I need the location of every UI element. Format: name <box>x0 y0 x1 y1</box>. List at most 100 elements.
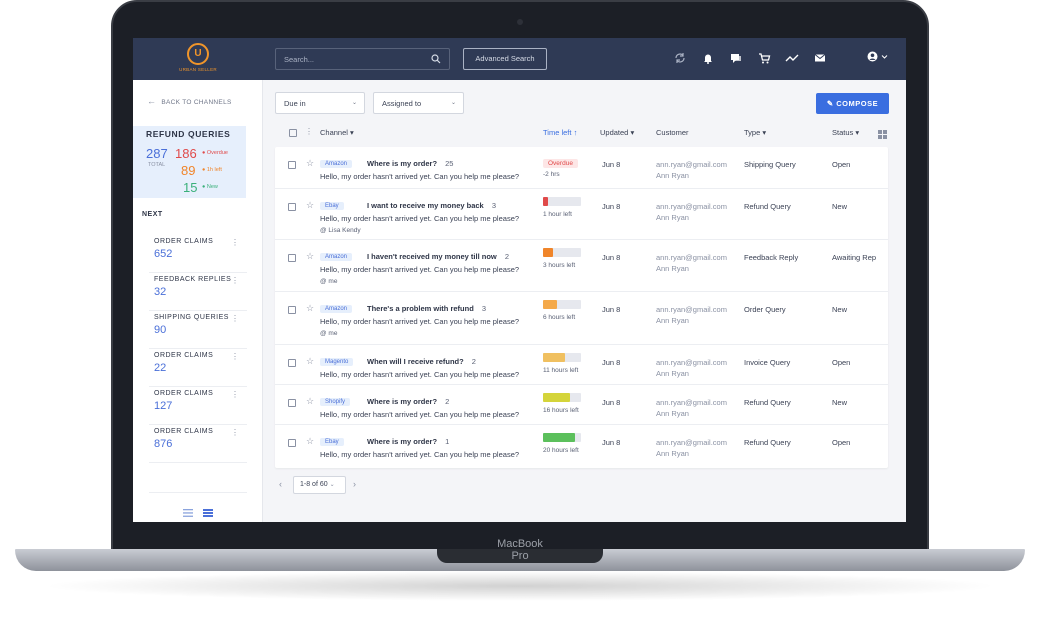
assigned-to-filter[interactable]: Assigned to ⌄ <box>373 92 464 114</box>
trend-icon[interactable] <box>785 51 799 65</box>
sidebar-item[interactable]: ORDER CLAIMS 876 ⋮ <box>154 428 239 450</box>
query-subject[interactable]: There's a problem with refund 3 <box>367 304 486 313</box>
table-row[interactable]: ☆ Shopify Where is my order? 2 Hello, my… <box>275 385 888 425</box>
column-updated[interactable]: Updated ▾ <box>600 128 634 137</box>
page-label: 1-8 of 60 <box>300 481 328 488</box>
sync-icon[interactable] <box>673 51 687 65</box>
message-preview: Hello, my order hasn't arrived yet. Can … <box>320 172 520 181</box>
more-options-icon[interactable]: ⋮ <box>231 352 239 361</box>
more-options-icon[interactable]: ⋮ <box>231 238 239 247</box>
back-to-channels-link[interactable]: ← BACK TO CHANNELS <box>147 96 232 106</box>
advanced-search-button[interactable]: Advanced Search <box>463 48 547 70</box>
table-row[interactable]: ☆ Amazon I haven't received my money til… <box>275 240 888 292</box>
customer: ann.ryan@gmail.com Ann Ryan <box>656 437 727 459</box>
star-icon[interactable]: ☆ <box>306 200 314 211</box>
time-left-label: 16 hours left <box>543 407 579 414</box>
user-menu[interactable] <box>867 51 888 62</box>
columns-grid-icon[interactable] <box>878 130 887 139</box>
query-type: Invoice Query <box>744 358 791 367</box>
message-count: 3 <box>491 201 496 210</box>
row-checkbox[interactable] <box>288 399 296 407</box>
compose-button[interactable]: ✎ COMPOSE <box>816 93 889 114</box>
column-type[interactable]: Type ▾ <box>744 128 766 137</box>
row-checkbox[interactable] <box>288 254 296 262</box>
time-left-bar <box>543 353 581 362</box>
search-icon[interactable] <box>431 54 441 64</box>
customer: ann.ryan@gmail.com Ann Ryan <box>656 201 727 223</box>
row-checkbox[interactable] <box>288 439 296 447</box>
table-row[interactable]: ☆ Amazon There's a problem with refund 3… <box>275 292 888 345</box>
divider <box>149 424 247 425</box>
time-left-label: 11 hours left <box>543 367 579 374</box>
message-count: 1 <box>445 437 450 446</box>
laptop-shadow <box>40 571 1000 601</box>
message-count: 25 <box>445 159 454 168</box>
device-brand: MacBook Pro <box>497 538 543 562</box>
updated-date: Jun 8 <box>602 253 621 262</box>
star-icon[interactable]: ☆ <box>306 303 314 314</box>
column-status[interactable]: Status ▾ <box>832 128 859 137</box>
star-icon[interactable]: ☆ <box>306 251 314 262</box>
cart-icon[interactable] <box>757 51 771 65</box>
row-checkbox[interactable] <box>288 306 296 314</box>
sidebar-item[interactable]: ORDER CLAIMS 127 ⋮ <box>154 390 239 412</box>
select-all-checkbox[interactable] <box>289 129 297 137</box>
more-options-icon[interactable]: ⋮ <box>231 276 239 285</box>
due-in-filter[interactable]: Due in ⌄ <box>275 92 365 114</box>
new-count: 15 <box>183 180 198 195</box>
onehour-label: ● 1h left <box>202 167 222 173</box>
sidebar-item[interactable]: ORDER CLAIMS 652 ⋮ <box>154 238 239 260</box>
row-checkbox[interactable] <box>288 359 296 367</box>
list-view-icon[interactable] <box>183 509 193 517</box>
column-customer[interactable]: Customer <box>656 128 689 137</box>
query-subject[interactable]: Where is my order? 1 <box>367 437 449 446</box>
customer: ann.ryan@gmail.com Ann Ryan <box>656 397 727 419</box>
more-options-icon[interactable]: ⋮ <box>231 314 239 323</box>
more-options-icon[interactable]: ⋮ <box>231 428 239 437</box>
query-subject[interactable]: Where is my order? 2 <box>367 397 449 406</box>
row-checkbox[interactable] <box>288 203 296 211</box>
table-row[interactable]: ☆ Amazon Where is my order? 25 Hello, my… <box>275 147 888 189</box>
sidebar-item-count: 22 <box>154 362 167 374</box>
channel-badge: Amazon <box>320 305 353 313</box>
table-row[interactable]: ☆ Ebay Where is my order? 1 Hello, my or… <box>275 425 888 468</box>
search-input[interactable]: Search... <box>275 48 450 70</box>
sidebar-item[interactable]: ORDER CLAIMS 22 ⋮ <box>154 352 239 374</box>
message-count: 2 <box>504 252 510 261</box>
query-subject[interactable]: I haven't received my money till now 2 <box>367 252 509 261</box>
time-left-fill <box>543 248 553 257</box>
compact-view-icon[interactable] <box>203 509 213 517</box>
column-channel[interactable]: Channel ▾ <box>320 128 354 137</box>
search-placeholder: Search... <box>284 55 315 64</box>
query-subject[interactable]: I want to receive my money back 3 <box>367 201 496 210</box>
more-options-icon[interactable]: ⋮ <box>231 390 239 399</box>
bell-icon[interactable] <box>701 51 715 65</box>
query-type: Order Query <box>744 305 786 314</box>
divider <box>149 310 247 311</box>
customer-email: ann.ryan@gmail.com <box>656 305 727 314</box>
customer-name: Ann Ryan <box>656 449 689 458</box>
table-row[interactable]: ☆ Magento When will I receive refund? 2 … <box>275 345 888 385</box>
customer: ann.ryan@gmail.com Ann Ryan <box>656 304 727 326</box>
message-count: 2 <box>445 397 450 406</box>
star-icon[interactable]: ☆ <box>306 158 314 169</box>
app-logo[interactable]: U URBAN SELLER <box>178 43 218 72</box>
prev-page-button[interactable]: ‹ <box>279 479 282 489</box>
mail-icon[interactable] <box>813 51 827 65</box>
next-page-button[interactable]: › <box>353 479 356 489</box>
star-icon[interactable]: ☆ <box>306 356 314 367</box>
row-checkbox[interactable] <box>288 161 296 169</box>
table-row[interactable]: ☆ Ebay I want to receive my money back 3… <box>275 189 888 240</box>
star-icon[interactable]: ☆ <box>306 396 314 407</box>
time-left-bar <box>543 197 581 206</box>
sidebar-item[interactable]: SHIPPING QUERIES 90 ⋮ <box>154 314 239 336</box>
query-subject[interactable]: When will I receive refund? 2 <box>367 357 476 366</box>
query-subject[interactable]: Where is my order? 25 <box>367 159 453 168</box>
chat-icon[interactable] <box>729 51 743 65</box>
star-icon[interactable]: ☆ <box>306 436 314 447</box>
column-time-left[interactable]: Time left ↑ <box>543 128 577 137</box>
more-options-icon[interactable]: ⋮ <box>305 127 313 136</box>
channel-badge: Magento <box>320 358 354 366</box>
sidebar-item[interactable]: FEEDBACK REPLIES 32 ⋮ <box>154 276 239 298</box>
page-select[interactable]: 1-8 of 60 ⌄ <box>293 476 346 494</box>
